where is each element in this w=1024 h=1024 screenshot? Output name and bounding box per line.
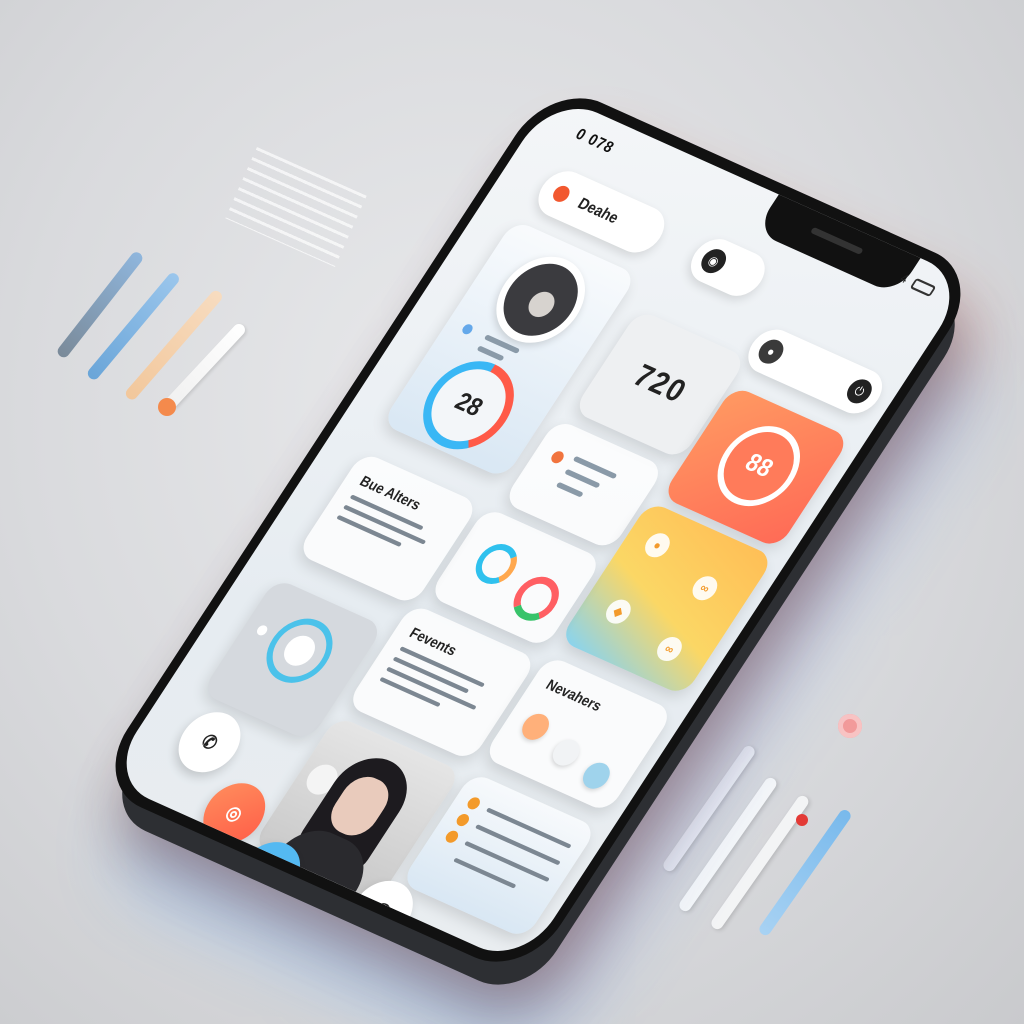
- counter-value: 720: [626, 358, 694, 410]
- location-icon: ●: [640, 529, 675, 561]
- avatar-image: [488, 252, 593, 347]
- shield-icon: ⬟: [256, 859, 283, 884]
- text-line: [476, 345, 505, 362]
- orange-value: 88: [701, 414, 817, 519]
- notification-chip-icon: [516, 709, 555, 744]
- stick-decoration: [757, 807, 853, 938]
- speaker-grille: [810, 226, 864, 255]
- notification-chip-icon: [577, 758, 616, 793]
- link-icon: ∞: [687, 572, 723, 604]
- orange-dot-icon: [443, 828, 461, 845]
- text-line: [564, 468, 601, 489]
- message-button[interactable]: ◉: [248, 898, 335, 967]
- stick-decoration: [709, 793, 811, 932]
- phone-icon: ✆: [197, 729, 223, 754]
- drop-icon: ◆: [601, 596, 636, 628]
- orange-dot-icon: [454, 812, 472, 828]
- camera-toggle[interactable]: ◉: [682, 232, 774, 303]
- notification-chip-icon: [547, 735, 585, 770]
- focus-ring-icon: [253, 609, 346, 693]
- status-time: 0 078: [572, 125, 618, 158]
- status-battery: 4: [897, 271, 937, 298]
- header-title: Deahe: [574, 194, 623, 227]
- battery-icon: [909, 278, 937, 298]
- red-bead-decoration: [796, 814, 808, 826]
- blurred-text-decoration: [225, 146, 367, 268]
- orange-dot-icon: [548, 449, 567, 466]
- orange-dot-icon: [465, 795, 483, 812]
- pencil-decoration: [123, 288, 225, 402]
- camera-icon: ◉: [696, 245, 731, 277]
- stick-decoration: [677, 775, 779, 914]
- text-line: [555, 481, 584, 498]
- gauge-value: 28: [416, 358, 521, 453]
- face-icon: [277, 631, 322, 671]
- chat-icon: ❍: [369, 898, 396, 923]
- notch: [754, 192, 922, 296]
- circle-icon: ●: [753, 336, 789, 368]
- phone-screen: 0 078 4 Deahe ◉ ● ⏻ 28 720 88 ● ∞ ◆ ∞ Bu…: [105, 93, 971, 967]
- stick-decoration: [661, 743, 757, 874]
- indicator-dot: [254, 623, 270, 637]
- pencil-decoration: [85, 270, 182, 382]
- activity-ring-icon: [504, 570, 568, 628]
- phone-device: 0 078 4 Deahe ◉ ● ⏻ 28 720 88 ● ∞ ◆ ∞ Bu…: [91, 80, 985, 980]
- group-icon: ∞: [652, 633, 687, 665]
- progress-gauge: 28: [405, 347, 532, 463]
- message-icon: ◉: [279, 924, 305, 950]
- pink-bead-decoration: [838, 714, 862, 738]
- phone-button[interactable]: ✆: [166, 703, 253, 782]
- power-icon: ⏻: [842, 375, 877, 407]
- activity-ring-icon: [467, 538, 526, 591]
- orange-bead-decoration: [158, 398, 176, 416]
- record-icon: ◎: [221, 800, 248, 826]
- pencil-decoration: [55, 249, 145, 360]
- notifications-title: Nevahers: [543, 675, 606, 715]
- status-dot: [460, 322, 475, 336]
- record-dot-icon: [549, 183, 573, 205]
